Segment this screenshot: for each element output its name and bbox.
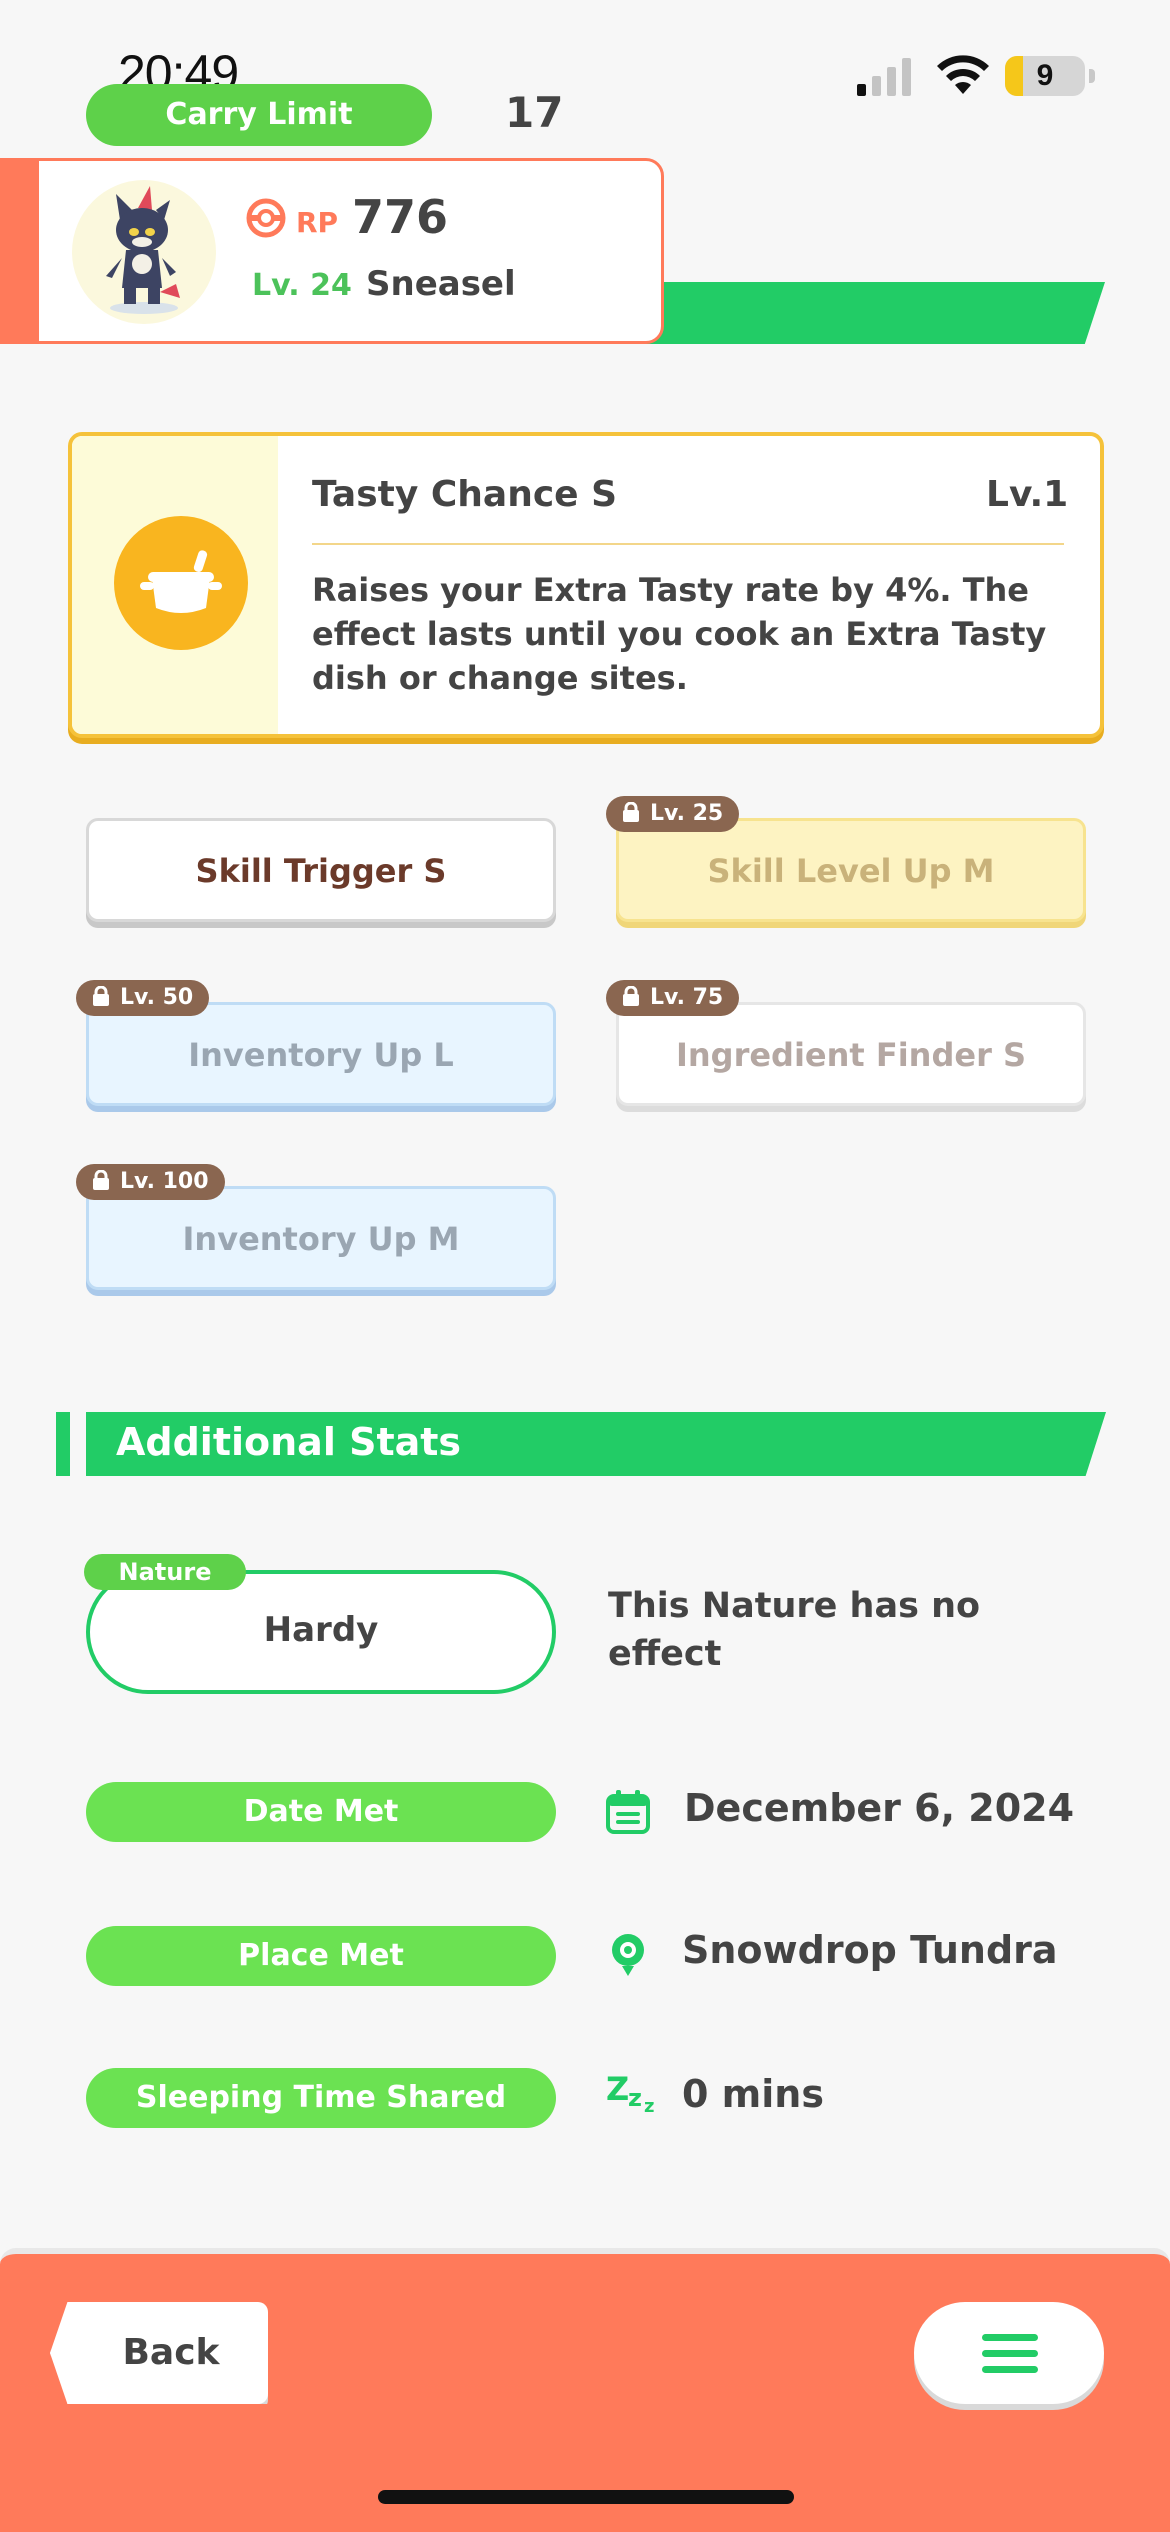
rp-icon [246, 198, 286, 238]
additional-stats-title: Additional Stats [116, 1420, 462, 1464]
subskill-button[interactable]: Ingredient Finder S [616, 1002, 1086, 1106]
lock-icon [93, 1170, 109, 1190]
lock-badge: Lv. 100 [76, 1164, 225, 1200]
battery-level: 9 [1036, 59, 1054, 92]
location-pin-icon [612, 1934, 644, 1976]
lock-level: Lv. 75 [650, 985, 724, 1010]
subskill-button[interactable]: Inventory Up M [86, 1186, 556, 1290]
sleeping-time-value: 0 mins [682, 2072, 824, 2116]
carry-limit-value: 17 [505, 88, 564, 137]
lock-badge: Lv. 75 [606, 980, 740, 1016]
cellular-signal-icon [857, 58, 911, 96]
lock-level: Lv. 25 [650, 801, 724, 826]
date-met-label: Date Met [86, 1782, 556, 1842]
subskill-button[interactable]: Skill Level Up M [616, 818, 1086, 922]
pokemon-level: Lv. 24 [252, 268, 352, 303]
main-skill-description: Raises your Extra Tasty rate by 4%. The … [312, 571, 1047, 697]
home-indicator[interactable] [378, 2490, 794, 2504]
hamburger-menu-icon [982, 2334, 1038, 2341]
section-marker [56, 1412, 70, 1476]
main-skill-name: Tasty Chance S [312, 474, 618, 515]
carry-limit-label: Carry Limit [86, 84, 432, 146]
lock-icon [93, 986, 109, 1006]
nature-value: Hardy [263, 1610, 379, 1650]
rp-label: RP [296, 206, 339, 239]
lock-icon [623, 986, 639, 1006]
lock-badge: Lv. 25 [606, 796, 740, 832]
back-button[interactable]: Back [50, 2302, 268, 2404]
lock-icon [623, 802, 639, 822]
subskill-button[interactable]: Inventory Up L [86, 1002, 556, 1106]
pokemon-name: Sneasel [366, 264, 516, 304]
place-met-value: Snowdrop Tundra [682, 1928, 1058, 1972]
cooking-pot-icon [114, 516, 248, 650]
pokemon-avatar [72, 180, 216, 324]
place-met-label: Place Met [86, 1926, 556, 1986]
nature-label: Nature [84, 1554, 246, 1590]
main-skill-level: Lv.1 [986, 474, 1069, 515]
date-met-value: December 6, 2024 [684, 1786, 1075, 1830]
header-banner [600, 282, 1105, 344]
skill-divider [312, 543, 1064, 545]
battery-icon: 9 [1005, 56, 1095, 96]
subskill-button[interactable]: Skill Trigger S [86, 818, 556, 922]
nature-description: This Nature has no effect [608, 1586, 981, 1674]
lock-level: Lv. 50 [120, 985, 194, 1010]
sleep-zzz-icon: Z z z [606, 2070, 655, 2117]
menu-button[interactable] [914, 2302, 1104, 2404]
lock-level: Lv. 100 [120, 1169, 209, 1194]
wifi-icon [937, 55, 989, 94]
rp-value: 776 [352, 190, 449, 244]
lock-badge: Lv. 50 [76, 980, 210, 1016]
sleeping-time-label: Sleeping Time Shared [86, 2068, 556, 2128]
calendar-icon [606, 1790, 650, 1834]
